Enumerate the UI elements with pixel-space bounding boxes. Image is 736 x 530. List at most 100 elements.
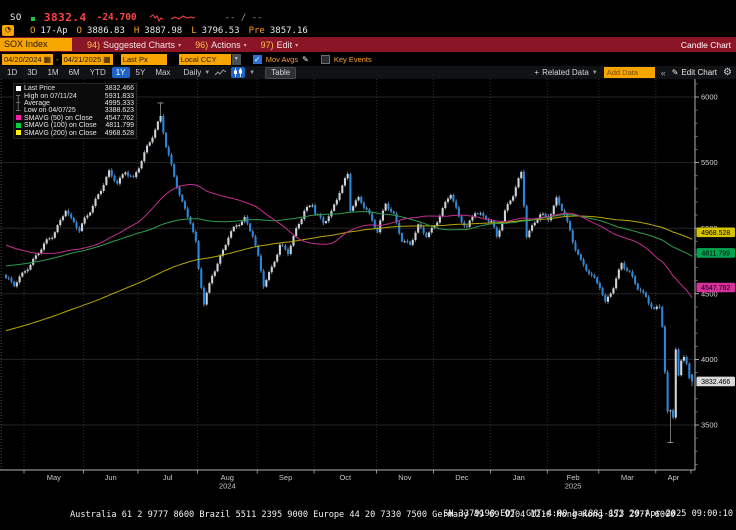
- chevron-down-icon[interactable]: ▼: [249, 70, 255, 76]
- candle: [252, 231, 254, 236]
- candle: [189, 217, 191, 224]
- table-button[interactable]: Table: [265, 67, 296, 79]
- candle: [81, 223, 83, 231]
- candle: [146, 146, 148, 153]
- candle: [387, 204, 389, 209]
- chart-plot[interactable]: 600055005000450040003500MayJunJulAugSepO…: [0, 79, 736, 490]
- candle: [271, 267, 273, 272]
- pencil-icon[interactable]: ✎: [302, 55, 309, 64]
- period-button-5y[interactable]: 5Y: [132, 67, 150, 78]
- candle: [520, 172, 522, 178]
- legend-swatch-icon: [16, 86, 24, 92]
- candle: [637, 284, 639, 290]
- candle: [680, 361, 682, 376]
- date-to-field[interactable]: 04/21/2025 ▦: [62, 54, 113, 65]
- legend-label: Average: [24, 100, 105, 107]
- candle: [230, 231, 232, 237]
- gear-icon[interactable]: ⚙: [723, 67, 732, 78]
- key-events-checkbox[interactable]: [321, 55, 330, 64]
- candle: [176, 177, 178, 188]
- menu-edit[interactable]: 97) Edit ▾: [261, 40, 299, 50]
- security-field[interactable]: SOX Index: [0, 38, 72, 51]
- candle: [526, 206, 528, 237]
- candle-chart-icon[interactable]: [231, 67, 245, 78]
- candle: [40, 250, 42, 254]
- terminal-status-line: SN 3379190 EDT GMT-4:00 ba1881-173 20-Ap…: [443, 509, 733, 519]
- period-button-1y[interactable]: 1Y: [112, 67, 130, 78]
- period-buttons: 1D3D1M6MYTD1Y5YMax: [2, 67, 175, 78]
- date-from-field[interactable]: 04/20/2024 ▦: [2, 54, 53, 65]
- stat-label: O: [30, 26, 35, 36]
- y-axis-label: 4000: [701, 355, 718, 364]
- period-button-max[interactable]: Max: [151, 67, 174, 78]
- candle: [477, 213, 479, 214]
- mov-avgs-checkbox[interactable]: ✓: [253, 55, 262, 64]
- candle: [423, 227, 425, 233]
- candle: [618, 270, 620, 279]
- legend-swatch-icon: [16, 123, 24, 129]
- stat-value: 17-Ap: [40, 26, 67, 36]
- candle: [602, 288, 604, 295]
- chevron-down-icon[interactable]: ▾: [232, 54, 241, 65]
- candle: [10, 278, 12, 281]
- candle: [200, 269, 202, 288]
- collapse-icon[interactable]: «: [661, 68, 666, 78]
- frequency-select[interactable]: Daily ▼: [183, 68, 210, 77]
- candle: [149, 142, 151, 145]
- candle: [105, 177, 107, 185]
- candle: [314, 205, 316, 214]
- legend-row: ┼Average4995.333: [16, 100, 134, 107]
- candle: [604, 295, 606, 302]
- candle: [54, 232, 56, 238]
- candle: [154, 130, 156, 138]
- candle: [650, 304, 652, 308]
- price-field-select[interactable]: Last Px: [121, 54, 167, 65]
- candle: [19, 277, 21, 283]
- period-button-3d[interactable]: 3D: [23, 67, 41, 78]
- legend-value: 5931.833: [105, 93, 134, 100]
- candle: [691, 374, 693, 381]
- add-data-input[interactable]: Add Data: [604, 67, 655, 78]
- line-chart-icon[interactable]: [215, 67, 226, 78]
- calendar-icon[interactable]: ▦: [103, 54, 111, 65]
- legend-value: 3832.466: [105, 85, 134, 92]
- axis-price-badge: 3832.466: [697, 377, 736, 387]
- candle: [141, 161, 143, 168]
- currency-select[interactable]: Local CCY: [179, 54, 231, 65]
- period-button-ytd[interactable]: YTD: [86, 67, 110, 78]
- period-button-6m[interactable]: 6M: [65, 67, 84, 78]
- candle: [225, 245, 227, 250]
- candle: [84, 218, 86, 224]
- candle: [298, 224, 300, 228]
- candle: [97, 194, 99, 199]
- chart-legend[interactable]: Last Price3832.466┬High on 07/11/245931.…: [13, 83, 137, 139]
- candle: [577, 250, 579, 255]
- menu-bar: SOX Index 94) Suggested Charts ▾ 96) Act…: [0, 37, 736, 52]
- period-button-1m[interactable]: 1M: [43, 67, 62, 78]
- legend-value: 4547.762: [105, 115, 134, 122]
- y-axis-label: 3500: [701, 421, 718, 430]
- edit-chart-button[interactable]: ✎ Edit Chart: [672, 68, 717, 77]
- candle: [16, 282, 18, 286]
- candle: [401, 233, 403, 241]
- candle: [555, 197, 557, 205]
- chevron-down-icon: ▼: [204, 70, 210, 76]
- candle: [507, 204, 509, 210]
- candle: [344, 178, 346, 185]
- menu-suggested-charts[interactable]: 94) Suggested Charts ▾: [87, 40, 181, 50]
- svg-text:4811.799: 4811.799: [701, 251, 730, 258]
- menu-actions[interactable]: 96) Actions ▾: [195, 40, 247, 50]
- candle: [545, 214, 547, 216]
- candle: [490, 221, 492, 222]
- candle: [151, 138, 153, 143]
- period-button-1d[interactable]: 1D: [3, 67, 21, 78]
- candle: [92, 206, 94, 212]
- related-data-button[interactable]: + Related Data ▼: [534, 68, 597, 77]
- candle: [122, 174, 124, 178]
- candle: [355, 200, 357, 206]
- calendar-icon[interactable]: ▦: [44, 54, 52, 65]
- candle: [656, 307, 658, 309]
- candle: [607, 297, 609, 302]
- candle: [130, 176, 132, 177]
- candle: [648, 297, 650, 304]
